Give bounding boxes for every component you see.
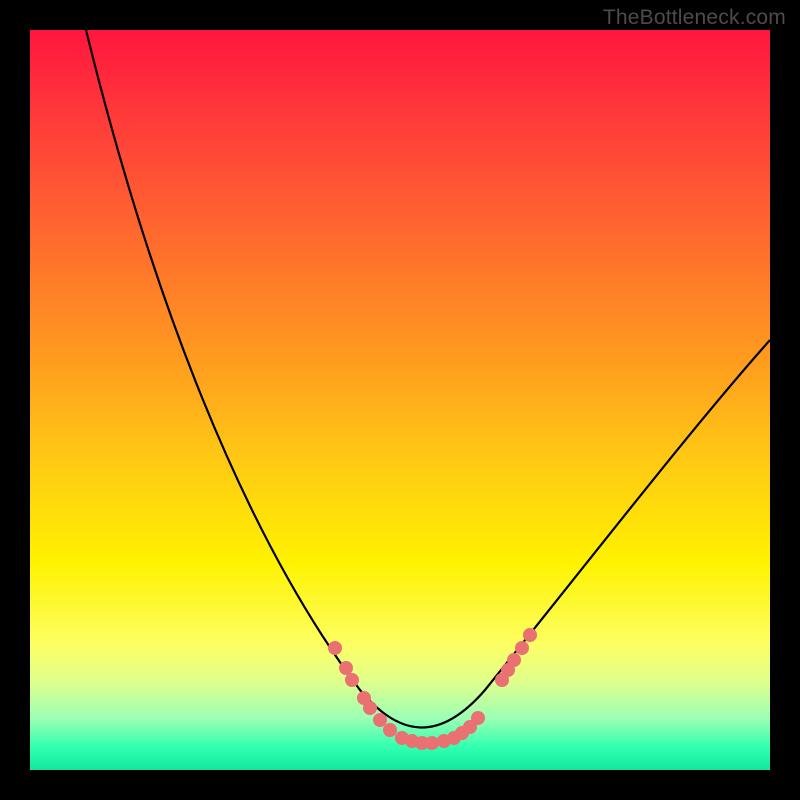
data-dot bbox=[339, 661, 353, 675]
data-dot bbox=[345, 673, 359, 687]
data-dot bbox=[425, 736, 439, 750]
data-dot bbox=[373, 713, 387, 727]
watermark-text: TheBottleneck.com bbox=[603, 6, 786, 30]
bottleneck-curve bbox=[86, 30, 770, 728]
chart-plot-area bbox=[30, 30, 770, 770]
data-dot bbox=[363, 701, 377, 715]
data-dot bbox=[507, 653, 521, 667]
data-dot bbox=[383, 723, 397, 737]
data-dot bbox=[515, 641, 529, 655]
data-dot bbox=[471, 711, 485, 725]
data-dot bbox=[328, 641, 342, 655]
data-dot bbox=[523, 628, 537, 642]
curve-layer bbox=[30, 30, 770, 770]
